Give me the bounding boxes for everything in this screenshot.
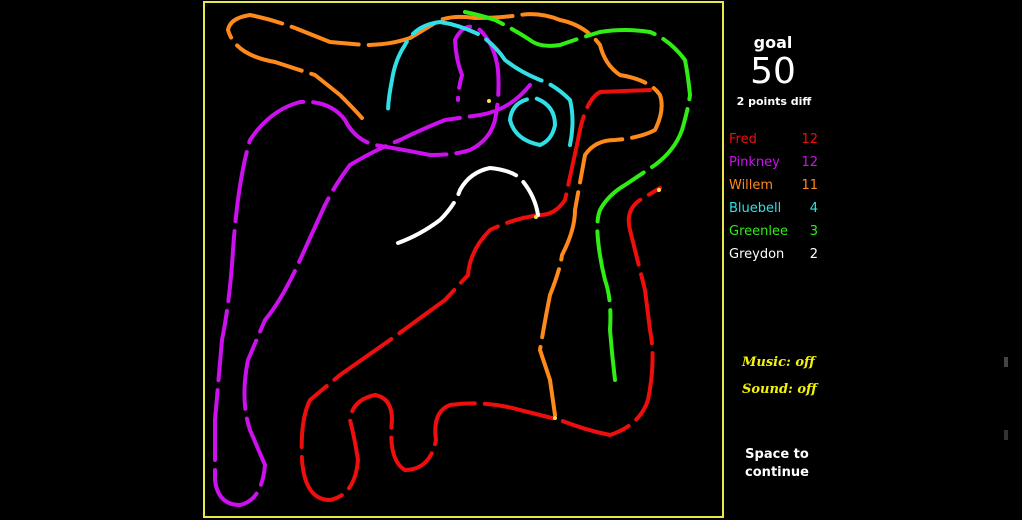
- player-score: 3: [809, 224, 818, 239]
- score-row-fred: Fred 12: [729, 130, 824, 153]
- score-row-pinkney: Pinkney 12: [729, 153, 824, 176]
- score-row-willem: Willem 11: [729, 176, 824, 199]
- goal-diff: 2 points diff: [736, 95, 812, 108]
- edge-marker: [1004, 430, 1008, 440]
- game-arena-border: [203, 1, 724, 518]
- score-row-greenlee: Greenlee 3: [729, 222, 824, 245]
- player-name: Greenlee: [729, 224, 788, 239]
- score-row-greydon: Greydon 2: [729, 245, 824, 268]
- player-score: 2: [809, 247, 818, 262]
- edge-marker: [1004, 357, 1008, 367]
- player-score: 4: [809, 201, 818, 216]
- player-name: Pinkney: [729, 155, 780, 170]
- continue-line-2: continue: [745, 465, 809, 480]
- player-name: Fred: [729, 132, 757, 147]
- music-toggle[interactable]: Music: off: [742, 355, 815, 370]
- music-label: Music:: [742, 355, 791, 370]
- player-score: 12: [801, 132, 818, 147]
- music-value: off: [795, 355, 815, 370]
- sound-toggle[interactable]: Sound: off: [742, 382, 817, 397]
- continue-prompt[interactable]: Space to continue: [734, 446, 820, 482]
- goal-label: goal: [753, 33, 793, 52]
- player-name: Greydon: [729, 247, 785, 262]
- sound-value: off: [797, 382, 817, 397]
- continue-line-1: Space to: [745, 447, 809, 462]
- player-name: Willem: [729, 178, 774, 193]
- player-name: Bluebell: [729, 201, 782, 216]
- goal-value: 50: [750, 51, 796, 92]
- scoreboard: Fred 12 Pinkney 12 Willem 11 Bluebell 4 Greenlee…: [729, 130, 824, 268]
- player-score: 11: [801, 178, 818, 193]
- score-row-bluebell: Bluebell 4: [729, 199, 824, 222]
- player-score: 12: [801, 155, 818, 170]
- sound-label: Sound:: [742, 382, 793, 397]
